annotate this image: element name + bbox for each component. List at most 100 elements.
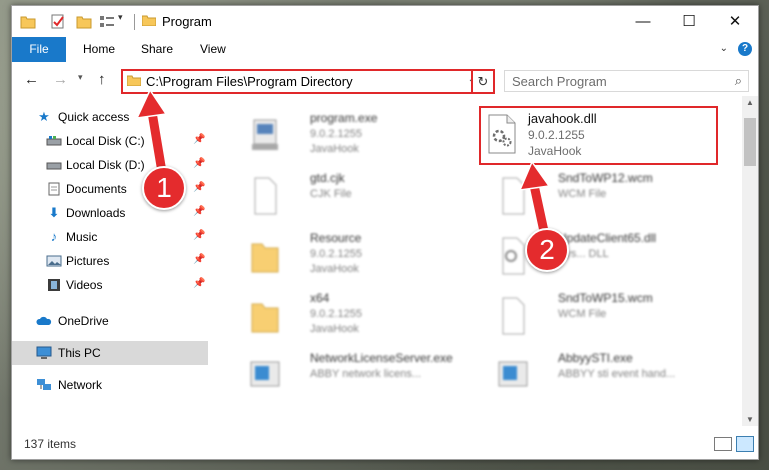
music-icon: ♪ [50, 229, 58, 244]
scroll-down-arrow-icon[interactable]: ▼ [746, 415, 754, 424]
pictures-icon [46, 255, 62, 267]
file-item[interactable]: NetworkLicenseServer.exe ABBY network li… [228, 348, 468, 406]
download-icon: ⬇ [48, 205, 60, 220]
file-name: Resource [310, 231, 362, 245]
star-icon: ★ [38, 109, 50, 124]
step-2-badge: 2 [525, 228, 569, 272]
vertical-scrollbar[interactable]: ▲ ▼ [742, 96, 758, 426]
search-input[interactable]: Search Program ⌕ [504, 70, 749, 92]
file-name: program.exe [310, 111, 378, 125]
file-version: 9.0.2.1255 [310, 308, 362, 320]
step-1-badge: 1 [142, 166, 186, 210]
large-icons-view-icon[interactable] [736, 436, 754, 452]
recent-locations-chevron-icon[interactable]: ▾ [78, 72, 83, 83]
network-icon [37, 379, 51, 390]
scroll-up-arrow-icon[interactable]: ▲ [746, 98, 754, 107]
nav-label: Local Disk (C:) [66, 134, 145, 148]
file-icon [502, 177, 525, 215]
nav-label: Pictures [66, 254, 110, 268]
folder-icon [142, 15, 156, 26]
folder-icon [251, 303, 279, 333]
file-description: ABBY network licens... [310, 368, 422, 380]
file-type: WCM File [558, 308, 607, 320]
properties-icon[interactable] [50, 14, 66, 29]
explorer-window: ▾ Program — ☐ ✕ File Home Share View ⌄ ?… [11, 5, 759, 460]
expand-ribbon-chevron-icon[interactable]: ⌄ [720, 43, 728, 54]
folder-icon [127, 75, 141, 86]
forward-arrow-icon[interactable]: → [53, 71, 68, 88]
pin-icon[interactable]: 📌 [193, 254, 205, 265]
exe-file-icon [250, 361, 280, 387]
search-icon: ⌕ [734, 73, 742, 88]
nav-label: Downloads [66, 206, 126, 220]
nav-item-this-pc[interactable]: This PC [12, 341, 208, 365]
nav-label: Local Disk (D:) [66, 158, 145, 172]
back-arrow-icon[interactable]: ← [24, 71, 39, 88]
pin-icon[interactable]: 📌 [193, 278, 205, 289]
file-icon [502, 297, 525, 335]
file-item[interactable]: SndToWP12.wcm WCM File [476, 168, 716, 226]
file-version: 9.0.2.1255 [310, 128, 362, 140]
file-item[interactable]: AbbyySTI.exe ABBYY sti event hand... [476, 348, 716, 406]
nav-label: Documents [66, 182, 127, 196]
file-type: CJK File [310, 188, 352, 200]
file-item[interactable]: gtd.cjk CJK File [228, 168, 468, 226]
ribbon-tabs: File Home Share View ⌄ ? [12, 37, 758, 63]
pin-icon[interactable]: 📌 [193, 182, 205, 193]
tab-home[interactable]: Home [73, 37, 125, 62]
file-item-javahook-dll[interactable]: javahook.dll 9.0.2.1255 JavaHook [479, 106, 718, 165]
customize-toolbar-chevron-icon[interactable]: ▾ [118, 12, 123, 23]
file-name: SndToWP15.wcm [558, 291, 653, 305]
videos-icon [48, 279, 60, 291]
title-bar: ▾ Program — ☐ ✕ [12, 6, 758, 37]
tab-share[interactable]: Share [131, 37, 183, 62]
nav-item-local-disk-c[interactable]: Local Disk (C:) 📌 [12, 129, 208, 153]
pin-icon[interactable]: 📌 [193, 134, 205, 145]
minimize-button[interactable]: — [620, 6, 666, 37]
tab-file[interactable]: File [12, 37, 66, 62]
refresh-button[interactable]: ↻ [471, 69, 495, 94]
pin-icon[interactable]: 📌 [193, 206, 205, 217]
nav-item-downloads[interactable]: ⬇ Downloads 📌 [12, 201, 208, 225]
file-company: JavaHook [528, 144, 582, 158]
nav-label: OneDrive [58, 314, 109, 328]
maximize-button[interactable]: ☐ [666, 6, 712, 37]
address-path[interactable]: C:\Program Files\Program Directory [146, 74, 353, 89]
file-name: SndToWP12.wcm [558, 171, 653, 185]
pin-icon[interactable]: 📌 [193, 230, 205, 241]
computer-icon [36, 346, 52, 359]
file-item[interactable]: SndToWP15.wcm WCM File [476, 288, 716, 346]
drive-icon [46, 136, 62, 146]
file-company: JavaHook [310, 323, 359, 335]
tab-view[interactable]: View [190, 37, 236, 62]
nav-item-onedrive[interactable]: OneDrive [12, 309, 208, 333]
drive-icon [46, 162, 62, 170]
exe-file-icon [498, 361, 528, 387]
nav-item-videos[interactable]: Videos 📌 [12, 273, 208, 297]
close-button[interactable]: ✕ [712, 6, 758, 37]
nav-item-network[interactable]: Network [12, 373, 208, 397]
file-item[interactable]: program.exe 9.0.2.1255 JavaHook [228, 108, 468, 166]
pin-icon[interactable]: 📌 [193, 158, 205, 169]
up-arrow-icon[interactable]: ↑ [98, 71, 106, 88]
address-bar[interactable]: C:\Program Files\Program Directory ⌄ [121, 69, 482, 94]
file-name: UpdateClient65.dll [558, 231, 657, 245]
file-item[interactable]: Resource 9.0.2.1255 JavaHook [228, 228, 468, 286]
file-item[interactable]: x64 9.0.2.1255 JavaHook [228, 288, 468, 346]
nav-item-music[interactable]: ♪ Music 📌 [12, 225, 208, 249]
file-name: gtd.cjk [310, 171, 345, 185]
view-options-icon[interactable] [99, 14, 115, 29]
folder-icon[interactable] [20, 14, 36, 29]
file-name: NetworkLicenseServer.exe [310, 351, 453, 365]
help-icon[interactable]: ? [738, 42, 752, 56]
new-folder-icon[interactable] [76, 14, 92, 29]
details-view-icon[interactable] [714, 437, 732, 451]
file-type: WCM File [558, 188, 607, 200]
nav-item-quick-access[interactable]: ★ Quick access [12, 105, 208, 129]
nav-item-pictures[interactable]: Pictures 📌 [12, 249, 208, 273]
dll-file-icon [488, 114, 516, 154]
navigation-pane: ★ Quick access Local Disk (C:) 📌 Local D… [12, 96, 208, 426]
scrollbar-thumb[interactable] [744, 118, 756, 166]
refresh-icon: ↻ [477, 74, 489, 89]
file-item[interactable]: UpdateClient65.dll Sys... DLL [476, 228, 716, 286]
